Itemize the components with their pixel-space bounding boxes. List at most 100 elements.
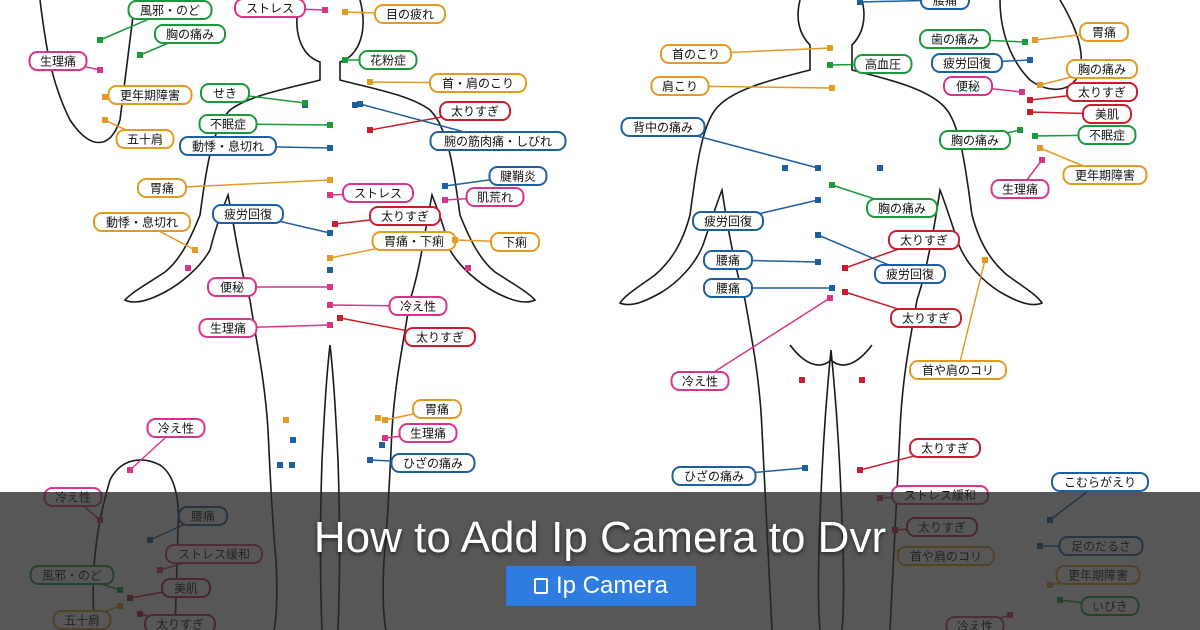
acupoint-dot: [289, 462, 295, 468]
front-acupoint-label: 目の疲れ: [342, 4, 446, 24]
acupoint-dot: [815, 165, 821, 171]
front-acupoint-label: 太りすぎ: [332, 206, 441, 227]
back-acupoint-label: 歯の痛み: [919, 29, 1028, 49]
label-text: せき: [213, 87, 237, 101]
label-text: 便秘: [956, 80, 980, 94]
acupoint-dot: [1039, 157, 1045, 163]
label-text: 太りすぎ: [451, 104, 499, 119]
front-acupoint-label: ストレス: [234, 0, 328, 18]
acupoint-dot: [857, 0, 863, 5]
back-acupoint-label: 疲労回復: [931, 53, 1033, 73]
front-acupoint-label: 腱鞘炎: [442, 166, 548, 189]
back-acupoint-label: 肩こり: [650, 76, 835, 96]
label-text: 太りすぎ: [381, 209, 429, 224]
leader-line: [161, 179, 331, 189]
left-hand-outline: [39, 0, 136, 144]
acupoint-dot: [782, 165, 788, 171]
back-acupoint-label: 太りすぎ: [1027, 82, 1138, 103]
acupoint-dot: [465, 265, 471, 271]
label-text: 五十肩: [127, 132, 163, 147]
acupoint-dot: [327, 230, 333, 236]
front-acupoint-label: 首・肩のこり: [367, 73, 527, 93]
label-text: 生理痛: [410, 426, 446, 441]
label-text: 動悸・息切れ: [106, 215, 178, 230]
label-text: 肩こり: [662, 79, 698, 94]
label-text: 胃痛・下痢: [384, 234, 444, 249]
acupoint-dot: [277, 462, 283, 468]
acupoint-dot: [382, 417, 388, 423]
back-acupoint-label: 高血圧: [827, 54, 913, 74]
label-text: 更年期障害: [120, 88, 180, 103]
front-acupoint-label: 下痢: [452, 232, 540, 252]
acupoint-dot: [827, 45, 833, 51]
back-acupoint-label: 疲労回復: [692, 197, 821, 231]
acupoint-dot: [982, 257, 988, 263]
acupoint-dot: [857, 467, 863, 473]
front-acupoint-label: 胃痛: [137, 177, 333, 198]
acupoint-dot: [332, 221, 338, 227]
back-acupoint-label: 胃痛: [1032, 22, 1129, 43]
article-title[interactable]: How to Add Ip Camera to Dvr: [0, 510, 1200, 566]
front-acupoint-label: 冷え性: [327, 296, 448, 316]
front-acupoint-label: ストレス: [327, 183, 414, 203]
acupoint-dot: [367, 127, 373, 133]
acupoint-dot: [829, 85, 835, 91]
back-acupoint-label: 太りすぎ: [857, 438, 981, 473]
acupoint-dot: [442, 183, 448, 189]
label-text: 胃痛: [150, 181, 174, 196]
acupoint-dot: [342, 57, 348, 63]
acupoint-dot: [327, 255, 333, 261]
acupoint-dot: [327, 284, 333, 290]
label-text: 首のこり: [672, 48, 720, 62]
front-acupoint-label: 不眠症: [198, 114, 333, 134]
acupoint-dot: [367, 457, 373, 463]
front-acupoint-label: 生理痛: [28, 51, 103, 73]
category-badge[interactable]: Ip Camera: [506, 566, 696, 606]
acupoint-dot: [283, 417, 289, 423]
front-acupoint-label: 生理痛: [198, 318, 333, 338]
acupoint-dot: [322, 7, 328, 13]
acupoint-dot: [327, 122, 333, 128]
label-text: 胃痛: [425, 402, 449, 417]
label-text: ひざの痛み: [684, 469, 744, 484]
acupoint-dot: [327, 177, 333, 183]
back-acupoint-label: 不眠症: [1032, 125, 1137, 145]
acupoint-dot: [382, 435, 388, 441]
label-text: 背中の痛み: [633, 120, 693, 135]
acupoint-dot: [799, 377, 805, 383]
acupoint-dot: [442, 197, 448, 203]
label-text: 腕の筋肉痛・しびれ: [444, 134, 552, 149]
front-acupoint-label: 太りすぎ: [367, 101, 511, 133]
label-text: 太りすぎ: [921, 441, 969, 456]
front-acupoint-label: 動悸・息切れ: [93, 212, 198, 253]
category-icon: [533, 578, 548, 594]
back-acupoint-label: 太りすぎ: [842, 289, 962, 328]
acupoint-dot: [829, 182, 835, 188]
acupoint-dot: [827, 62, 833, 68]
acupoint-dot: [302, 100, 308, 106]
acupoint-dot: [137, 52, 143, 58]
acupoint-dot: [327, 322, 333, 328]
acupoint-dot: [815, 232, 821, 238]
acupoint-dot: [379, 442, 385, 448]
acupoint-dot: [1037, 145, 1043, 151]
label-text: 腱鞘炎: [500, 170, 536, 184]
label-text: 疲労回復: [943, 56, 991, 71]
label-text: 下痢: [503, 235, 527, 250]
back-acupoint-label: 美肌: [1027, 104, 1132, 124]
back-acupoint-label: 胸の痛み: [939, 127, 1023, 150]
front-acupoint-label: 肌荒れ: [442, 187, 525, 207]
label-text: 疲労回復: [224, 207, 272, 222]
acupoint-dot: [842, 265, 848, 271]
acupoint-dot: [97, 37, 103, 43]
label-text: 首や肩のコリ: [922, 363, 994, 378]
label-text: 動悸・息切れ: [192, 139, 264, 154]
back-acupoint-label: 便秘: [943, 76, 1025, 96]
acupoint-dot: [815, 197, 821, 203]
acupoint-dot: [1027, 97, 1033, 103]
category-label: Ip Camera: [555, 572, 669, 599]
label-text: 首・肩のこり: [442, 76, 514, 91]
acupoint-dot: [327, 145, 333, 151]
label-text: 太りすぎ: [902, 311, 950, 326]
label-text: 胃痛: [1092, 25, 1116, 40]
